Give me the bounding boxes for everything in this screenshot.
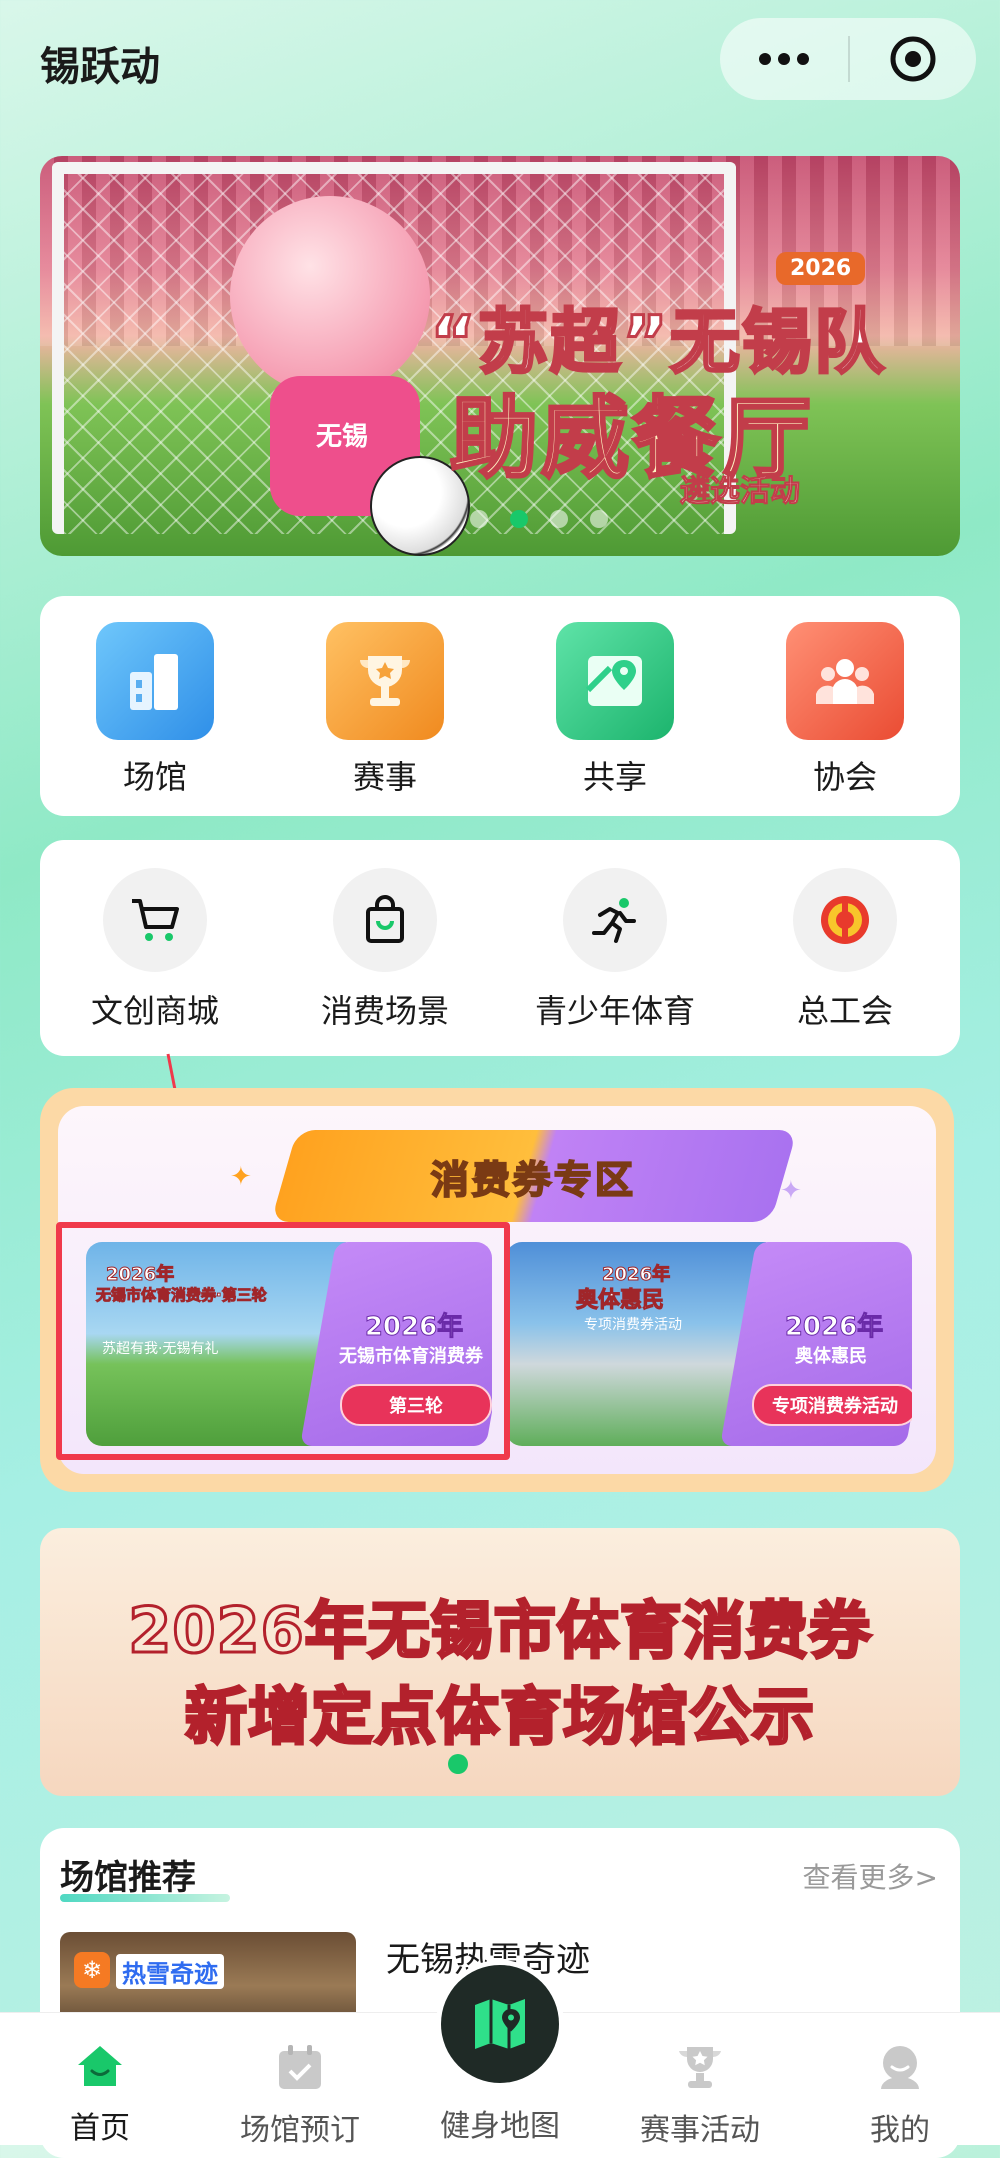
notice-line-2: 新增定点体育场馆公示: [183, 1679, 815, 1755]
tab-label: 我的: [870, 2113, 930, 2148]
more-button[interactable]: [720, 18, 848, 100]
close-button[interactable]: [850, 18, 976, 100]
promo-banner[interactable]: 无锡 2026 “苏超”无锡队 助威餐厅 遴选活动: [40, 156, 960, 556]
banner-year-tag: 2026: [776, 252, 866, 285]
section-title: 场馆推荐: [60, 1858, 196, 1898]
home-icon: [75, 2043, 125, 2089]
mascot-shirt-text: 无锡: [316, 422, 369, 452]
nav-item-association[interactable]: 协会: [730, 596, 960, 816]
tab-mine[interactable]: 我的: [800, 2013, 1000, 2148]
venue-logo-text: 热雪奇迹: [116, 1954, 224, 1989]
calendar-check-icon: [275, 2043, 325, 2091]
miniprogram-capsule: [720, 18, 976, 100]
banner-carousel-dots: [470, 510, 608, 528]
tab-home[interactable]: 首页: [0, 2013, 200, 2146]
trophy-icon: [675, 2043, 725, 2091]
highlight-box: [56, 1222, 510, 1460]
title-underline: [60, 1894, 230, 1902]
carousel-dot[interactable]: [470, 510, 488, 528]
tab-label: 场馆预订: [240, 2113, 360, 2148]
voucher-title-text: 消费券专区: [430, 1157, 637, 1203]
nav-item-consume[interactable]: 消费场景: [270, 840, 500, 1056]
voucher-card-pill: 专项消费券活动: [752, 1384, 912, 1426]
voucher-card-olympic[interactable]: 2026年 奥体惠民 专项消费券活动 2026年 奥体惠民 专项消费券活动: [506, 1242, 912, 1446]
cart-icon: [103, 868, 207, 972]
trophy-icon: [326, 622, 444, 740]
voucher-card-pic-slogan: 专项消费券活动: [584, 1317, 682, 1333]
voucher-card-year: 2026年: [784, 1312, 884, 1343]
snowflake-icon: ❄: [74, 1952, 110, 1988]
notice-line-1: 2026年无锡市体育消费券: [127, 1593, 873, 1669]
nav-item-youth-sports[interactable]: 青少年体育: [500, 840, 730, 1056]
tab-label: 赛事活动: [640, 2113, 760, 2148]
carousel-dot[interactable]: [590, 510, 608, 528]
tab-venue-booking[interactable]: 场馆预订: [200, 2013, 400, 2148]
sub-nav-card: 文创商城 消费场景 青少年体育 总工会: [40, 840, 960, 1056]
voucher-card-title: 奥体惠民: [795, 1346, 867, 1367]
app-title: 锡跃动: [40, 44, 160, 90]
notice-banner[interactable]: 2026年无锡市体育消费券 新增定点体育场馆公示: [40, 1528, 960, 1796]
map-pin-icon: [556, 622, 674, 740]
people-icon: [786, 622, 904, 740]
peach-mascot-image: [230, 196, 430, 396]
nav-item-label: 青少年体育: [534, 992, 695, 1030]
voucher-section-title: 消费券专区: [270, 1130, 798, 1222]
tab-label: 健身地图: [440, 2109, 560, 2144]
profile-icon: [875, 2043, 925, 2091]
shopping-bag-icon: [333, 868, 437, 972]
nav-item-shop[interactable]: 文创商城: [40, 840, 270, 1056]
nav-item-share[interactable]: 共享: [500, 596, 730, 816]
carousel-dot-active[interactable]: [510, 510, 528, 528]
view-more-link[interactable]: 查看更多>: [803, 1856, 938, 1896]
building-icon: [96, 622, 214, 740]
sparkle-icon: ✦: [780, 1176, 802, 1206]
nav-item-label: 总工会: [796, 992, 893, 1030]
banner-subline: 遴选活动: [680, 474, 801, 510]
sparkle-icon: ✦: [230, 1162, 252, 1192]
nav-item-label: 消费场景: [320, 992, 449, 1030]
runner-icon: [563, 868, 667, 972]
nav-item-label: 场馆: [122, 758, 187, 796]
tab-label: 首页: [70, 2111, 130, 2146]
nav-item-union[interactable]: 总工会: [730, 840, 960, 1056]
target-icon: [890, 36, 936, 82]
more-dots-icon: [759, 53, 809, 65]
carousel-dot[interactable]: [550, 510, 568, 528]
notice-carousel-dot-active[interactable]: [448, 1754, 468, 1774]
nav-item-venue[interactable]: 场馆: [40, 596, 270, 816]
nav-item-label: 共享: [582, 758, 647, 796]
tab-events[interactable]: 赛事活动: [600, 2013, 800, 2148]
nav-item-label: 协会: [812, 758, 877, 796]
fitness-map-icon: [441, 1965, 559, 2083]
nav-item-label: 文创商城: [90, 992, 219, 1030]
union-emblem-icon: [793, 868, 897, 972]
nav-item-label: 赛事: [352, 758, 417, 796]
voucher-card-pic-title: 奥体惠民: [575, 1288, 665, 1314]
main-nav-card: 场馆 赛事 共享 协会: [40, 596, 960, 816]
fitness-map-fab[interactable]: [436, 1960, 564, 2088]
nav-item-events[interactable]: 赛事: [270, 596, 500, 816]
